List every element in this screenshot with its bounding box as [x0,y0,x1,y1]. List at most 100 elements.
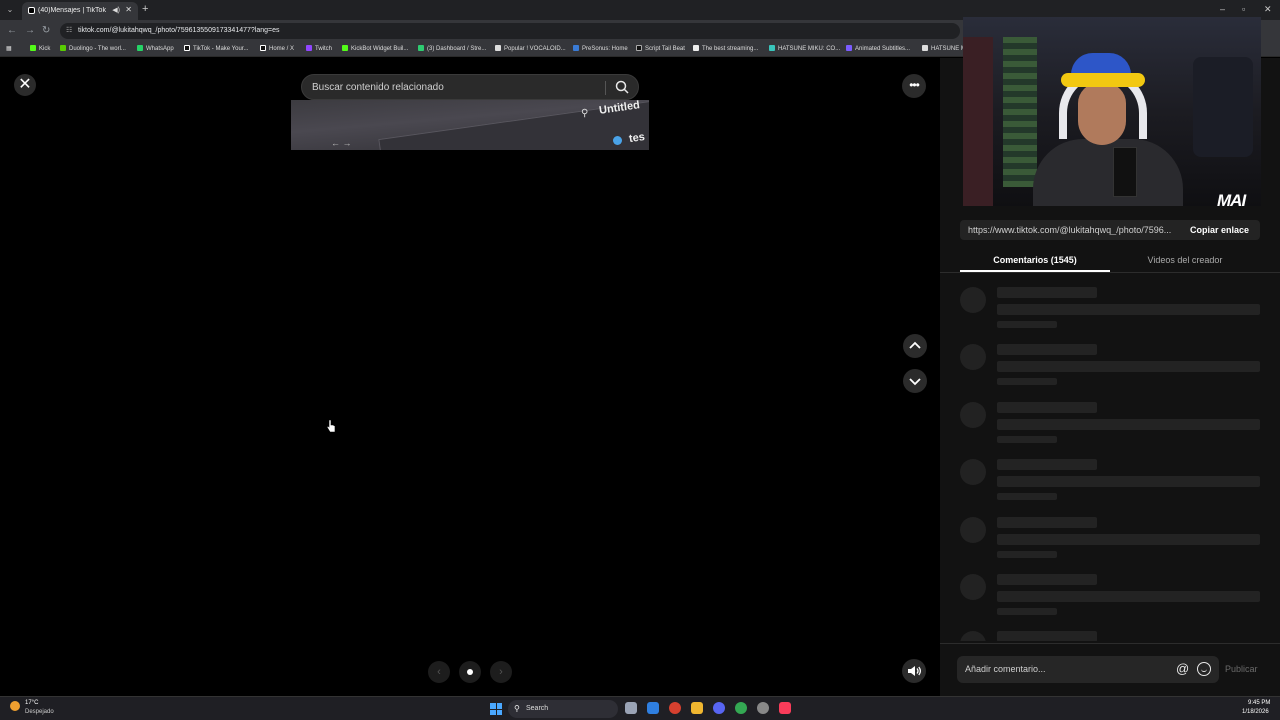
file-explorer-icon[interactable] [691,702,703,714]
bookmark-item[interactable]: KickBot Widget Buil... [342,45,408,52]
bookmark-favicon-icon [693,45,699,51]
next-video-button[interactable] [903,369,927,393]
share-link-row: https://www.tiktok.com/@lukitahqwq_/phot… [960,220,1260,240]
search-input[interactable]: Buscar contenido relacionado [312,82,444,93]
comment-box[interactable]: Añadir comentario... @ [957,656,1219,683]
tab-audio-icon[interactable]: ◀) [112,6,120,14]
webcam-plant [1003,37,1037,187]
maximize-window-icon[interactable]: ▫ [1242,4,1245,14]
back-arrow-icon[interactable]: ← [7,25,17,36]
apps-grid-icon[interactable]: ▦ [6,45,12,52]
clock-time[interactable]: 9:45 PM [1248,700,1270,706]
volume-button[interactable] [902,659,926,683]
tab-creator-videos[interactable]: Videos del creador [1110,252,1260,272]
skeleton-line [997,459,1097,470]
close-window-icon[interactable]: ✕ [1264,4,1272,15]
close-viewer-button[interactable]: ✕ [14,74,36,96]
comment-skeleton [960,517,1260,558]
new-tab-button[interactable]: + [142,3,148,15]
bookmark-item[interactable]: HATSUNE M [922,45,966,52]
bookmark-favicon-icon [636,45,642,51]
comment-input[interactable]: Añadir comentario... [965,664,1046,674]
bookmark-favicon-icon [418,45,424,51]
bookmark-item[interactable]: Popular ! VOCALOID... [495,45,566,52]
skeleton-avatar [960,517,986,543]
skeleton-avatar [960,631,986,641]
bookmark-favicon-icon [30,45,36,51]
carousel-next-button[interactable]: › [490,661,512,683]
publish-button[interactable]: Publicar [1225,664,1258,674]
settings-gear-icon[interactable] [757,702,769,714]
bookmark-item[interactable]: Animated Subtitles... [846,45,910,52]
skeleton-avatar [960,287,986,313]
reload-icon[interactable]: ↻ [42,25,50,36]
chrome-icon[interactable] [735,702,747,714]
mention-icon[interactable]: @ [1176,661,1189,676]
bookmark-item[interactable]: WhatsApp [137,45,174,52]
forward-arrow-icon[interactable]: → [25,25,35,36]
webcam-overlay: MAI [963,17,1261,206]
bookmark-item[interactable]: Kick [30,45,50,52]
preview-text: tes [628,130,646,146]
bookmark-item[interactable]: Script Tail Beat [636,45,685,52]
task-view-icon[interactable] [625,702,637,714]
carousel-prev-button[interactable]: ‹ [428,661,450,683]
more-options-button[interactable]: ••• [902,74,926,98]
comment-skeleton [960,344,1260,385]
windows-taskbar: 17°C Despejado ⚲ Search 9:45 PM 1/18/202… [0,696,1280,720]
bookmark-item[interactable]: PreSonus: Home [573,45,628,52]
mail-app-icon[interactable] [647,702,659,714]
clock-date[interactable]: 1/18/2026 [1242,709,1269,715]
weather-sun-icon[interactable] [10,701,20,711]
search-icon[interactable] [614,79,630,95]
site-info-icon[interactable]: ☷ [66,26,72,34]
windows-start-button[interactable] [490,703,502,715]
skeleton-line [997,361,1260,372]
hand-cursor-icon [326,419,336,433]
bookmark-favicon-icon [60,45,66,51]
tab-close-icon[interactable]: ✕ [125,5,132,14]
bookmark-favicon-icon [306,45,312,51]
bookmark-favicon-icon [769,45,775,51]
skeleton-avatar [960,574,986,600]
bookmark-favicon-icon [922,45,928,51]
browser-tab-active[interactable]: (40)Mensajes | TikTok ◀) ✕ [22,2,138,20]
music-app-icon[interactable] [779,702,791,714]
webcam-cap-brim [1061,73,1145,87]
bookmark-favicon-icon [573,45,579,51]
emoji-icon[interactable] [1197,662,1211,676]
bookmark-item[interactable]: The best streaming... [693,45,758,52]
bookmark-item[interactable]: Home / X [260,45,294,52]
bookmark-item[interactable]: Twitch [306,45,332,52]
skeleton-line [997,517,1097,528]
weather-temperature: 17°C [25,700,39,706]
tab-comments[interactable]: Comentarios (1545) [960,252,1110,272]
bookmark-item[interactable]: TikTok - Make Your... [184,45,248,52]
skeleton-line [997,304,1260,315]
skeleton-line [997,631,1097,641]
discord-icon[interactable] [713,702,725,714]
bookmark-item[interactable]: (3) Dashboard / Stre... [418,45,486,52]
skeleton-line [997,591,1260,602]
comment-skeleton [960,402,1260,443]
weather-description: Despejado [25,709,54,715]
webcam-shelf [963,37,993,206]
address-bar[interactable]: ☷ tiktok.com/@lukitahqwq_/photo/75961355… [60,23,960,39]
taskbar-search[interactable]: ⚲ Search [508,700,618,718]
skeleton-line [997,534,1260,545]
share-link-url[interactable]: https://www.tiktok.com/@lukitahqwq_/phot… [968,225,1178,235]
previous-video-button[interactable] [903,334,927,358]
bookmark-favicon-icon [846,45,852,51]
bookmark-item[interactable]: HATSUNE MIKU: CO... [769,45,840,52]
skeleton-line [997,402,1097,413]
related-search-box[interactable]: Buscar contenido relacionado [301,74,639,100]
webcam-microphone [1113,147,1137,197]
minimize-window-icon[interactable]: – [1220,4,1225,14]
copy-link-button[interactable]: Copiar enlace [1190,225,1249,235]
bookmark-item[interactable]: Duolingo - The worl... [60,45,126,52]
tab-search-icon[interactable]: ⌄ [4,4,16,16]
search-icon: ⚲ [514,704,520,713]
app-icon[interactable] [669,702,681,714]
comment-divider [940,643,1280,644]
bookmark-favicon-icon [184,45,190,51]
